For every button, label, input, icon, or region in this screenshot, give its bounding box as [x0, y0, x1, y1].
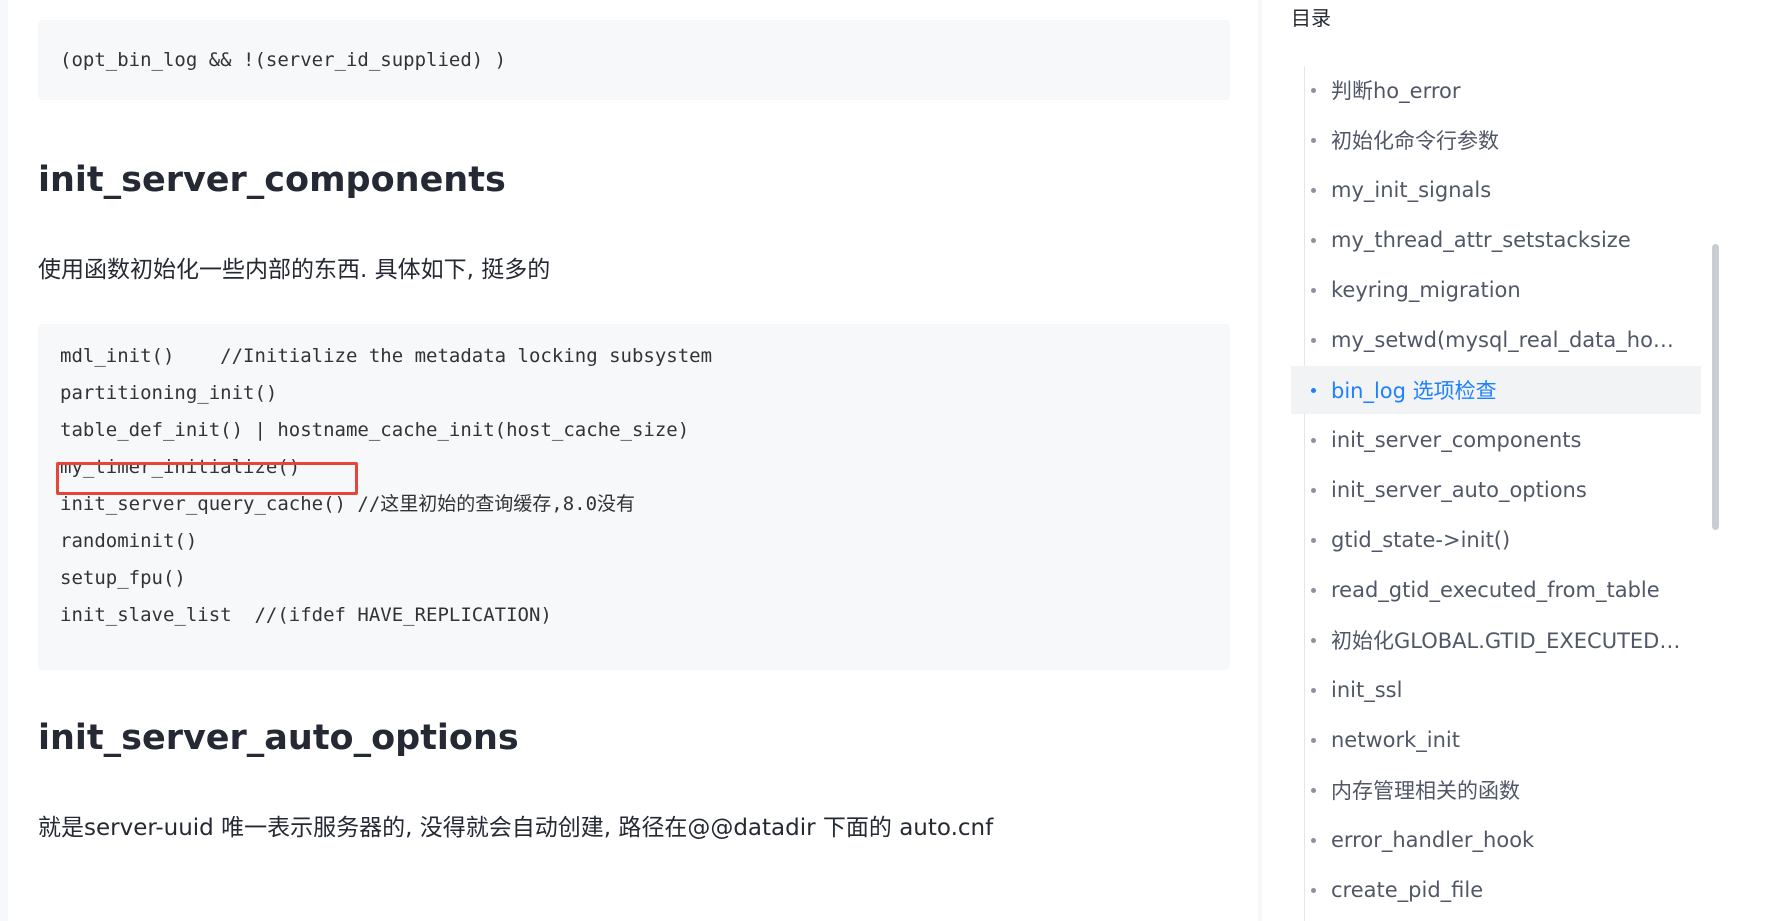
toc-item-label: 初始化命令行参数 — [1331, 129, 1499, 153]
code-line: setup_fpu() — [60, 567, 186, 589]
toc-item[interactable]: keyring_migration — [1291, 266, 1701, 314]
toc-item-label: keyring_migration — [1331, 278, 1521, 302]
toc-item-label: read_gtid_executed_from_table — [1331, 578, 1660, 602]
code-line: (opt_bin_log && !(server_id_supplied) ) — [60, 49, 507, 71]
toc-item[interactable]: my_setwd(mysql_real_data_home,... — [1291, 316, 1701, 364]
toc-item-label: gtid_state->init() — [1331, 528, 1511, 552]
toc-item-label: 判断ho_error — [1331, 79, 1461, 103]
toc-item-label: create_pid_file — [1331, 878, 1484, 902]
code-line: mdl_init() //Initialize the metadata loc… — [60, 345, 713, 367]
code-block: mdl_init() //Initialize the metadata loc… — [38, 324, 1230, 670]
code-line: init_server_query_cache() //这里初始的查询缓存,8.… — [60, 493, 636, 515]
code-line: randominit() — [60, 530, 198, 552]
table-of-contents: 目录 判断ho_error 初始化命令行参数 my_init_signals m… — [1262, 0, 1773, 921]
code-line: init_slave_list //(ifdef HAVE_REPLICATIO… — [60, 604, 552, 626]
toc-item[interactable]: my_init_signals — [1291, 166, 1701, 214]
toc-item-label: network_init — [1331, 728, 1460, 752]
bullet-icon — [1311, 537, 1316, 543]
bullet-icon — [1311, 687, 1316, 693]
toc-item[interactable]: 初始化命令行参数 — [1291, 116, 1701, 164]
section-heading: init_server_components — [38, 160, 506, 200]
bullet-icon — [1311, 187, 1316, 193]
toc-item-label: init_ssl — [1331, 678, 1403, 702]
toc-item[interactable]: network_init — [1291, 716, 1701, 764]
toc-item[interactable]: read_gtid_executed_from_table — [1291, 566, 1701, 614]
toc-item[interactable]: init_server_components — [1291, 416, 1701, 464]
toc-title: 目录 — [1291, 6, 1331, 30]
toc-item[interactable]: init_ssl — [1291, 666, 1701, 714]
toc-item-label: error_handler_hook — [1331, 828, 1535, 852]
paragraph: 使用函数初始化一些内部的东西. 具体如下, 挺多的 — [38, 257, 551, 283]
highlight-box — [56, 462, 358, 495]
toc-item-label: my_init_signals — [1331, 178, 1492, 202]
bullet-icon — [1311, 637, 1316, 643]
toc-item-label: bin_log 选项检查 — [1331, 379, 1497, 403]
bullet-icon — [1311, 487, 1316, 493]
toc-item-label: my_thread_attr_setstacksize — [1331, 228, 1631, 252]
toc-item[interactable]: create_pid_file — [1291, 866, 1701, 914]
toc-item[interactable]: 初始化GLOBAL.GTID_EXECUTED和... — [1291, 616, 1701, 664]
code-block: (opt_bin_log && !(server_id_supplied) ) — [38, 20, 1230, 100]
section-heading: init_server_auto_options — [38, 718, 519, 758]
toc-item[interactable]: 判断ho_error — [1291, 66, 1701, 114]
bullet-icon — [1311, 437, 1316, 443]
toc-item[interactable]: 内存管理相关的函数 — [1291, 766, 1701, 814]
bullet-icon — [1311, 587, 1316, 593]
toc-item[interactable]: init_server_auto_options — [1291, 466, 1701, 514]
bullet-icon — [1311, 287, 1316, 293]
code-line: partitioning_init() — [60, 382, 278, 404]
paragraph: 就是server-uuid 唯一表示服务器的, 没得就会自动创建, 路径在@@d… — [38, 815, 994, 841]
toc-item-active[interactable]: bin_log 选项检查 — [1291, 366, 1701, 414]
toc-item-label: init_server_auto_options — [1331, 478, 1587, 502]
bullet-icon — [1311, 737, 1316, 743]
bullet-icon — [1311, 787, 1316, 793]
toc-item-label: 初始化GLOBAL.GTID_EXECUTED和... — [1331, 629, 1691, 653]
bullet-icon — [1311, 87, 1316, 93]
toc-item-label: my_setwd(mysql_real_data_home,... — [1331, 328, 1691, 352]
toc-scrollbar[interactable] — [1712, 244, 1719, 530]
toc-item[interactable]: gtid_state->init() — [1291, 516, 1701, 564]
toc-item[interactable]: my_thread_attr_setstacksize — [1291, 216, 1701, 264]
toc-item-label: 内存管理相关的函数 — [1331, 779, 1520, 803]
article-content: (opt_bin_log && !(server_id_supplied) ) … — [8, 0, 1258, 921]
bullet-icon — [1311, 337, 1316, 343]
toc-item-label: init_server_components — [1331, 428, 1582, 452]
bullet-icon — [1311, 237, 1316, 243]
code-line: table_def_init() | hostname_cache_init(h… — [60, 419, 690, 441]
bullet-icon — [1311, 887, 1316, 893]
bullet-icon — [1311, 387, 1316, 393]
bullet-icon — [1311, 137, 1316, 143]
bullet-icon — [1311, 837, 1316, 843]
toc-item[interactable]: error_handler_hook — [1291, 816, 1701, 864]
